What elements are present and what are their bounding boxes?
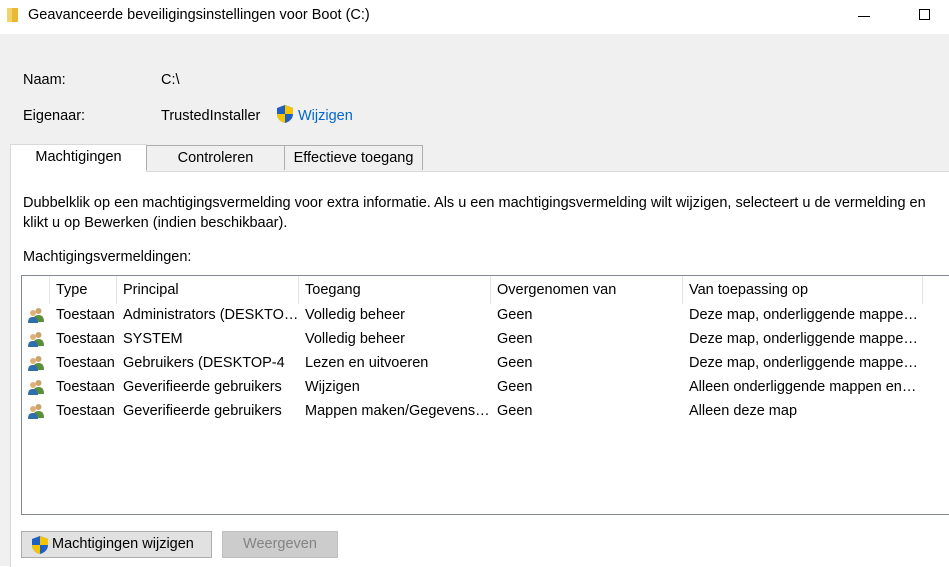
users-group-icon [28,356,44,371]
users-group-icon [28,332,44,347]
cell-principal: SYSTEM [123,331,183,347]
table-row[interactable]: Toestaan Geverifieerde gebruikers Mappen m… [22,399,949,423]
cell-access: Wijzigen [305,379,360,395]
table-row[interactable]: Toestaan SYSTEM Volledig beheer Geen Deze ma… [22,327,949,351]
column-header-access[interactable]: Toegang [299,276,491,304]
users-group-icon [28,308,44,323]
view-button[interactable]: Weergeven [222,531,338,558]
column-header-type[interactable]: Type [50,276,117,304]
minimize-button[interactable] [858,16,870,17]
uac-shield-icon [32,536,48,554]
column-header-principal[interactable]: Principal [117,276,299,304]
cell-type: Toestaan [56,379,115,395]
uac-shield-icon [277,105,293,123]
title-bar: Geavanceerde beveiligingsinstellingen vo… [0,0,949,33]
owner-value: TrustedInstaller [161,108,261,124]
cell-access: Volledig beheer [305,331,405,347]
folder-icon [7,8,18,22]
instructions-text-line1: Dubbelklik op een machtigingsvermelding … [23,195,926,211]
table-row[interactable]: Toestaan Administrators (DESKTOP-4 Volledi… [22,303,949,327]
cell-applies-to: Alleen onderliggende mappen en bestanden [689,379,919,395]
change-permissions-label: Machtigingen wijzigen [52,536,194,552]
change-owner-link[interactable]: Wijzigen [298,108,353,124]
cell-inherited-from: Geen [497,355,533,371]
window-title: Geavanceerde beveiligingsinstellingen vo… [28,7,370,23]
cell-principal: Geverifieerde gebruikers [123,403,282,419]
cell-access: Lezen en uitvoeren [305,355,429,371]
tab-auditing[interactable]: Controleren [146,145,285,170]
cell-inherited-from: Geen [497,379,533,395]
table-row[interactable]: Toestaan Gebruikers (DESKTOP-4 Lezen en ui… [22,351,949,375]
cell-applies-to: Deze map, onderliggende mappen en bestan… [689,331,919,347]
cell-inherited-from: Geen [497,307,533,323]
list-header: Type Principal Toegang Overgenomen van V… [22,276,949,304]
users-group-icon [28,404,44,419]
cell-type: Toestaan [56,403,115,419]
change-permissions-button[interactable]: Machtigingen wijzigen [21,531,212,558]
cell-applies-to: Deze map, onderliggende mappen en bestan… [689,355,919,371]
cell-type: Toestaan [56,331,115,347]
table-row[interactable]: Toestaan Geverifieerde gebruikers Wijzigen… [22,375,949,399]
permission-entries-label: Machtigingsvermeldingen: [23,249,192,265]
owner-label: Eigenaar: [23,108,86,124]
cell-inherited-from: Geen [497,331,533,347]
column-header-icon [22,276,50,304]
cell-access: Volledig beheer [305,307,405,323]
cell-access: Mappen maken/Gegevens toevoegen [305,403,491,419]
cell-principal: Administrators (DESKTOP-4 [123,307,299,323]
cell-type: Toestaan [56,355,115,371]
name-label: Naam: [23,72,66,88]
cell-type: Toestaan [56,307,115,323]
instructions-text-line2: klikt u op Bewerken (indien beschikbaar)… [23,215,288,231]
tab-permissions[interactable]: Machtigingen [10,144,147,172]
permission-entries-list[interactable]: Type Principal Toegang Overgenomen van V… [21,275,949,515]
column-header-inherited-from[interactable]: Overgenomen van [491,276,683,304]
cell-principal: Gebruikers (DESKTOP-4 [123,355,285,371]
name-value: C:\ [161,72,180,88]
column-header-applies-to[interactable]: Van toepassing op [683,276,923,304]
cell-applies-to: Deze map, onderliggende mappen en bestan… [689,307,919,323]
tab-effective-access[interactable]: Effectieve toegang [284,145,423,170]
cell-inherited-from: Geen [497,403,533,419]
cell-applies-to: Alleen deze map [689,403,798,419]
maximize-button[interactable] [919,9,930,20]
cell-principal: Geverifieerde gebruikers [123,379,282,395]
users-group-icon [28,380,44,395]
